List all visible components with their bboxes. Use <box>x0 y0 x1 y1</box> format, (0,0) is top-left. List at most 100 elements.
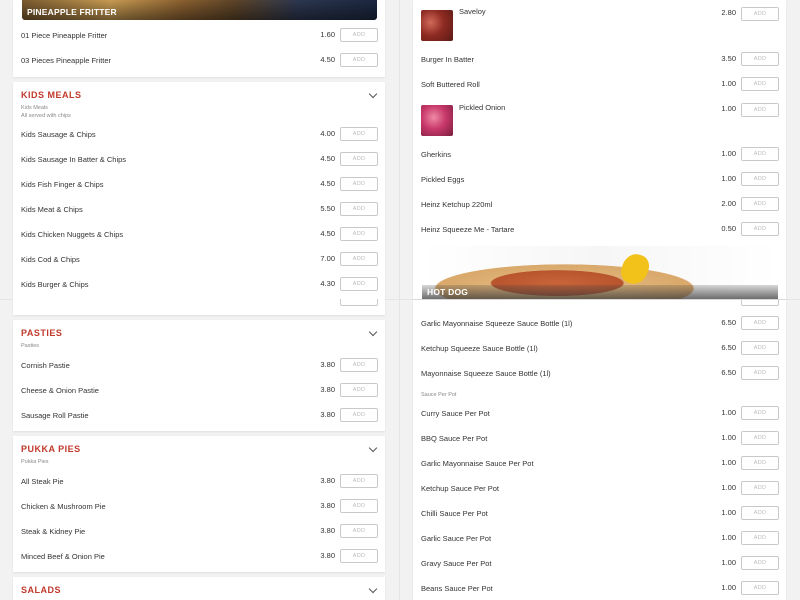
add-button[interactable]: ADD <box>340 408 378 422</box>
add-button[interactable]: ADD <box>340 127 378 141</box>
item-price: 3.80 <box>320 551 335 560</box>
saveloy-thumbnail <box>421 10 453 41</box>
item-price: 1.60 <box>320 30 335 39</box>
menu-item-row: Kids Sausage & Chips 4.00 ADD <box>13 127 385 145</box>
menu-item-row: Sausage Roll Pastie 3.80 ADD <box>13 408 385 426</box>
add-button[interactable]: ADD <box>741 52 779 66</box>
add-button[interactable]: ADD <box>741 316 779 330</box>
chevron-down-icon[interactable] <box>368 89 378 99</box>
add-button[interactable]: ADD <box>741 366 779 380</box>
menu-item-row: Beans Sauce Per Pot 1.00 ADD <box>413 581 786 599</box>
item-price: 1.00 <box>721 408 736 417</box>
add-button[interactable]: ADD <box>741 531 779 545</box>
item-name: Cheese & Onion Pastie <box>21 386 99 395</box>
menu-item-row: Kids Sausage In Batter & Chips 4.50 ADD <box>13 152 385 170</box>
add-button[interactable]: ADD <box>340 152 378 166</box>
section-title[interactable]: PASTIES <box>21 328 62 338</box>
menu-item-row: Heinz Squeeze Me - Tartare 0.50 ADD <box>413 222 786 240</box>
item-name: Curry Sauce Per Pot <box>421 409 490 418</box>
item-name: Ketchup Sauce Per Pot <box>421 484 499 493</box>
chevron-down-icon[interactable] <box>368 443 378 453</box>
item-price: 6.50 <box>721 368 736 377</box>
item-price: 7.00 <box>320 254 335 263</box>
add-button[interactable]: ADD <box>340 383 378 397</box>
item-name: Gravy Sauce Per Pot <box>421 559 492 568</box>
add-button[interactable]: ADD <box>741 431 779 445</box>
chevron-down-icon[interactable] <box>368 327 378 337</box>
add-button[interactable]: ADD <box>741 77 779 91</box>
add-button[interactable]: ADD <box>340 524 378 538</box>
add-button[interactable]: ADD <box>741 481 779 495</box>
item-name: Heinz Ketchup 220ml <box>421 200 493 209</box>
item-price: 4.50 <box>320 229 335 238</box>
item-price: 3.80 <box>320 360 335 369</box>
add-button[interactable]: ADD <box>741 581 779 595</box>
item-price: 6.50 <box>721 318 736 327</box>
item-name: Gherkins <box>421 150 452 159</box>
menu-item-row: Kids Chicken Nuggets & Chips 4.50 ADD <box>13 227 385 245</box>
add-button[interactable]: ADD <box>741 456 779 470</box>
section-title[interactable]: SALADS <box>21 585 61 595</box>
add-button[interactable]: ADD <box>340 474 378 488</box>
item-price: 1.00 <box>721 174 736 183</box>
item-name: Ketchup Squeeze Sauce Bottle (1l) <box>421 344 538 353</box>
add-button[interactable]: ADD <box>741 506 779 520</box>
item-price: 1.00 <box>721 583 736 592</box>
add-button[interactable]: ADD <box>741 222 779 236</box>
item-price: 1.00 <box>721 483 736 492</box>
add-button[interactable]: ADD <box>340 277 378 291</box>
item-price: 5.50 <box>320 204 335 213</box>
add-button[interactable]: ADD <box>340 28 378 42</box>
item-name: Mayonnaise Squeeze Sauce Bottle (1l) <box>421 369 551 378</box>
add-button[interactable]: ADD <box>340 499 378 513</box>
add-button[interactable]: ADD <box>340 53 378 67</box>
menu-item-row: Chicken & Mushroom Pie 3.80 ADD <box>13 499 385 517</box>
divider <box>399 0 400 600</box>
menu-item-row: Chilli Sauce Per Pot 1.00 ADD <box>413 506 786 524</box>
add-button[interactable]: ADD <box>741 172 779 186</box>
add-button[interactable]: ADD <box>741 556 779 570</box>
add-button[interactable]: ADD <box>741 103 779 117</box>
hot-dog-banner: HOT DOG <box>422 246 778 299</box>
add-button[interactable]: ADD <box>340 549 378 563</box>
item-price: 4.50 <box>320 154 335 163</box>
menu-item-row: Pickled Onion 1.00 ADD <box>413 102 786 136</box>
add-button[interactable]: ADD <box>741 147 779 161</box>
add-button[interactable]: ADD <box>340 202 378 216</box>
item-name: Pickled Onion <box>459 103 506 112</box>
add-button[interactable]: ADD <box>340 177 378 191</box>
menu-item-row: Cornish Pastie 3.80 ADD <box>13 358 385 376</box>
add-button[interactable]: ADD <box>340 252 378 266</box>
chevron-down-icon[interactable] <box>368 584 378 594</box>
item-price: 2.80 <box>721 8 736 17</box>
menu-item-row: Garlic Mayonnaise Sauce Per Pot 1.00 ADD <box>413 456 786 474</box>
add-button[interactable] <box>741 300 779 306</box>
menu-item-row: Gherkins 1.00 ADD <box>413 147 786 165</box>
pineapple-fritter-banner: PINEAPPLE FRITTER <box>22 0 377 20</box>
sauces-card: Garlic Mayonnaise Squeeze Sauce Bottle (… <box>413 300 786 600</box>
item-name: Kids Sausage & Chips <box>21 130 96 139</box>
add-button[interactable]: ADD <box>741 341 779 355</box>
menu-item-row: Garlic Mayonnaise Squeeze Sauce Bottle (… <box>413 316 786 334</box>
add-button[interactable] <box>340 299 378 306</box>
section-title[interactable]: PUKKA PIES <box>21 444 81 454</box>
menu-item-row: Gravy Sauce Per Pot 1.00 ADD <box>413 556 786 574</box>
section-title[interactable]: KIDS MEALS <box>21 90 82 100</box>
section-subtitle: Kids Meals <box>21 105 48 111</box>
pickled-onion-thumbnail <box>421 105 453 136</box>
item-price: 1.00 <box>721 104 736 113</box>
add-button[interactable]: ADD <box>340 227 378 241</box>
item-name: Saveloy <box>459 7 486 16</box>
banner-title: PINEAPPLE FRITTER <box>27 7 117 17</box>
section-subtitle: Pukka Pies <box>21 459 49 465</box>
item-name: Garlic Sauce Per Pot <box>421 534 492 543</box>
item-price: 3.80 <box>320 526 335 535</box>
add-button[interactable]: ADD <box>340 358 378 372</box>
add-button[interactable]: ADD <box>741 406 779 420</box>
add-button[interactable]: ADD <box>741 7 779 21</box>
left-column: PINEAPPLE FRITTER 01 Piece Pineapple Fri… <box>13 0 385 600</box>
item-price: 2.00 <box>721 199 736 208</box>
item-name: Burger In Batter <box>421 55 474 64</box>
add-button[interactable]: ADD <box>741 197 779 211</box>
salads-card: SALADS <box>13 577 385 600</box>
